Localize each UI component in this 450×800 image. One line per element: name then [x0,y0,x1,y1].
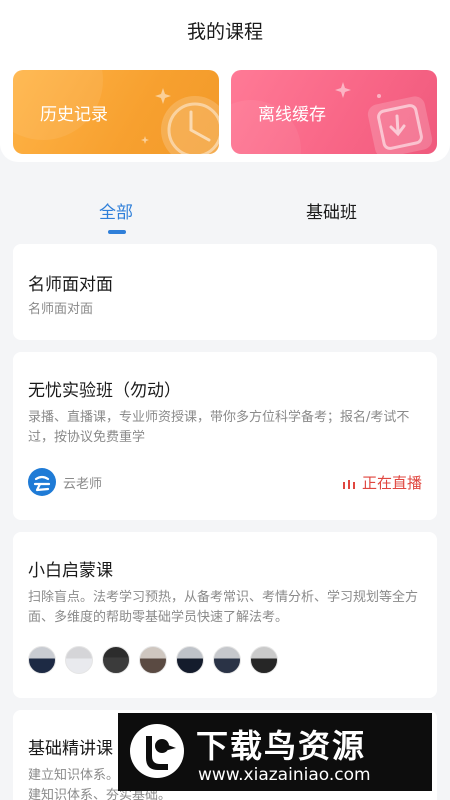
watermark-brand: 下载鸟资源 [196,727,367,765]
teacher-name: 云老师 [63,477,103,492]
course-title: 基础精讲课 [28,739,113,759]
watermark-banner: 下载鸟资源 www.xiazainiao.com [118,713,432,791]
course-tabs: 全部 基础班 [0,196,450,238]
history-label: 历史记录 [40,105,108,125]
cloud-logo-icon [28,468,56,496]
course-desc: 扫除盲点。法考学习预热，从备考常识、考情分析、学习规划等全方面、多维度的帮助零基… [28,590,419,625]
course-desc: 名师面对面 [28,302,94,317]
course-title: 名师面对面 [28,275,113,295]
tab-basic-class[interactable]: 基础班 [306,198,357,223]
live-status: 正在直播 [342,472,422,493]
avatar [250,646,278,674]
watermark-url: www.xiazainiao.com [198,765,371,785]
offline-cache-button[interactable]: 离线缓存 [231,70,437,154]
avatar [65,646,93,674]
course-title: 小白启蒙课 [28,561,113,581]
header-panel: 我的课程 历史记录 离线缓存 [0,0,450,162]
avatar [139,646,167,674]
course-title: 无忧实验班（勿动） [28,381,181,401]
avatar [176,646,204,674]
course-card[interactable]: 小白启蒙课 扫除盲点。法考学习预热，从备考常识、考情分析、学习规划等全方面、多维… [13,532,437,698]
bird-logo-icon [130,724,184,778]
offline-label: 离线缓存 [258,105,326,125]
tab-all[interactable]: 全部 [99,198,133,223]
course-desc: 录播、直播课，专业师资授课，带你多方位科学备考；报名/考试不过，按协议免费重学 [28,410,410,445]
course-card[interactable]: 名师面对面 名师面对面 [13,244,437,340]
avatar [28,646,56,674]
course-card[interactable]: 无忧实验班（勿动） 录播、直播课，专业师资授课，带你多方位科学备考；报名/考试不… [13,352,437,520]
live-status-label: 正在直播 [361,474,422,492]
history-button[interactable]: 历史记录 [13,70,219,154]
live-signal-icon [342,479,355,489]
avatar [102,646,130,674]
active-tab-indicator [108,230,126,234]
avatar [213,646,241,674]
page-title: 我的课程 [186,21,263,43]
